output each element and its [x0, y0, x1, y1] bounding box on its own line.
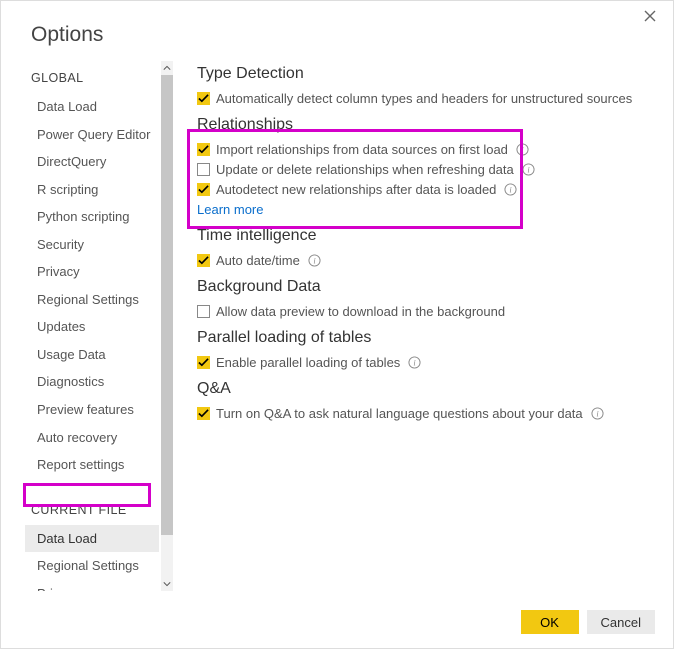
scrollbar-track[interactable] — [161, 61, 173, 591]
options-dialog: Options GLOBAL Data LoadPower Query Edit… — [1, 1, 673, 648]
opt-label: Autodetect new relationships after data … — [216, 182, 496, 197]
group-title-bg-data: Background Data — [197, 278, 657, 296]
sidebar-item-global[interactable]: Regional Settings — [25, 286, 159, 314]
checkbox[interactable] — [197, 92, 210, 105]
check-icon — [198, 408, 209, 419]
opt-bg-preview[interactable]: Allow data preview to download in the ba… — [197, 304, 657, 319]
opt-label: Update or delete relationships when refr… — [216, 162, 514, 177]
sidebar-item-global[interactable]: Security — [25, 231, 159, 259]
checkbox[interactable] — [197, 254, 210, 267]
checkbox[interactable] — [197, 305, 210, 318]
dialog-title: Options — [1, 1, 673, 61]
sidebar-scroll: GLOBAL Data LoadPower Query EditorDirect… — [25, 61, 173, 591]
check-icon — [198, 184, 209, 195]
main-panel: Type Detection Automatically detect colu… — [173, 61, 673, 591]
group-title-qa: Q&A — [197, 380, 657, 398]
sidebar-item-global[interactable]: Updates — [25, 313, 159, 341]
group-title-type-detection: Type Detection — [197, 65, 657, 83]
sidebar-item-current[interactable]: Data Load — [25, 525, 159, 553]
sidebar-header-current: CURRENT FILE — [25, 493, 173, 525]
checkbox[interactable] — [197, 163, 210, 176]
chevron-down-icon — [163, 580, 171, 588]
check-icon — [198, 144, 209, 155]
dialog-body: GLOBAL Data LoadPower Query EditorDirect… — [1, 61, 673, 591]
info-icon[interactable] — [308, 254, 321, 267]
sidebar-item-global[interactable]: R scripting — [25, 176, 159, 204]
opt-rel-autodetect[interactable]: Autodetect new relationships after data … — [197, 182, 657, 197]
sidebar-item-global[interactable]: Data Load — [25, 93, 159, 121]
opt-label: Enable parallel loading of tables — [216, 355, 400, 370]
info-icon[interactable] — [516, 143, 529, 156]
opt-label: Import relationships from data sources o… — [216, 142, 508, 157]
sidebar-item-global[interactable]: Preview features — [25, 396, 159, 424]
opt-rel-import[interactable]: Import relationships from data sources o… — [197, 142, 657, 157]
cancel-button[interactable]: Cancel — [587, 610, 655, 634]
info-icon[interactable] — [504, 183, 517, 196]
opt-label: Allow data preview to download in the ba… — [216, 304, 505, 319]
opt-auto-datetime[interactable]: Auto date/time — [197, 253, 657, 268]
close-icon — [643, 9, 657, 23]
scrollbar-up[interactable] — [161, 61, 173, 75]
sidebar-item-global[interactable]: Python scripting — [25, 203, 159, 231]
opt-label: Auto date/time — [216, 253, 300, 268]
checkbox[interactable] — [197, 183, 210, 196]
sidebar-header-global: GLOBAL — [25, 61, 173, 93]
sidebar-item-global[interactable]: Power Query Editor — [25, 121, 159, 149]
scrollbar-down[interactable] — [161, 577, 173, 591]
sidebar-item-global[interactable]: Report settings — [25, 451, 159, 479]
opt-type-detect[interactable]: Automatically detect column types and he… — [197, 91, 657, 106]
checkbox[interactable] — [197, 407, 210, 420]
chevron-up-icon — [163, 64, 171, 72]
dialog-footer: OK Cancel — [521, 610, 655, 634]
group-title-time-intel: Time intelligence — [197, 227, 657, 245]
sidebar: GLOBAL Data LoadPower Query EditorDirect… — [25, 61, 173, 591]
opt-qa[interactable]: Turn on Q&A to ask natural language ques… — [197, 406, 657, 421]
sidebar-item-global[interactable]: Usage Data — [25, 341, 159, 369]
opt-rel-update[interactable]: Update or delete relationships when refr… — [197, 162, 657, 177]
checkbox[interactable] — [197, 356, 210, 369]
info-icon[interactable] — [522, 163, 535, 176]
opt-parallel[interactable]: Enable parallel loading of tables — [197, 355, 657, 370]
group-title-parallel: Parallel loading of tables — [197, 329, 657, 347]
scrollbar-thumb[interactable] — [161, 75, 173, 535]
sidebar-item-current[interactable]: Regional Settings — [25, 552, 159, 580]
close-button[interactable] — [643, 9, 661, 27]
check-icon — [198, 93, 209, 104]
info-icon[interactable] — [591, 407, 604, 420]
sidebar-item-global[interactable]: Auto recovery — [25, 424, 159, 452]
sidebar-item-current[interactable]: Privacy — [25, 580, 159, 591]
check-icon — [198, 357, 209, 368]
sidebar-item-global[interactable]: Diagnostics — [25, 368, 159, 396]
checkbox[interactable] — [197, 143, 210, 156]
group-title-relationships: Relationships — [197, 116, 657, 134]
opt-label: Turn on Q&A to ask natural language ques… — [216, 406, 583, 421]
info-icon[interactable] — [408, 356, 421, 369]
learn-more-link[interactable]: Learn more — [197, 202, 657, 217]
opt-label: Automatically detect column types and he… — [216, 91, 632, 106]
sidebar-item-global[interactable]: DirectQuery — [25, 148, 159, 176]
sidebar-item-global[interactable]: Privacy — [25, 258, 159, 286]
check-icon — [198, 255, 209, 266]
ok-button[interactable]: OK — [521, 610, 579, 634]
